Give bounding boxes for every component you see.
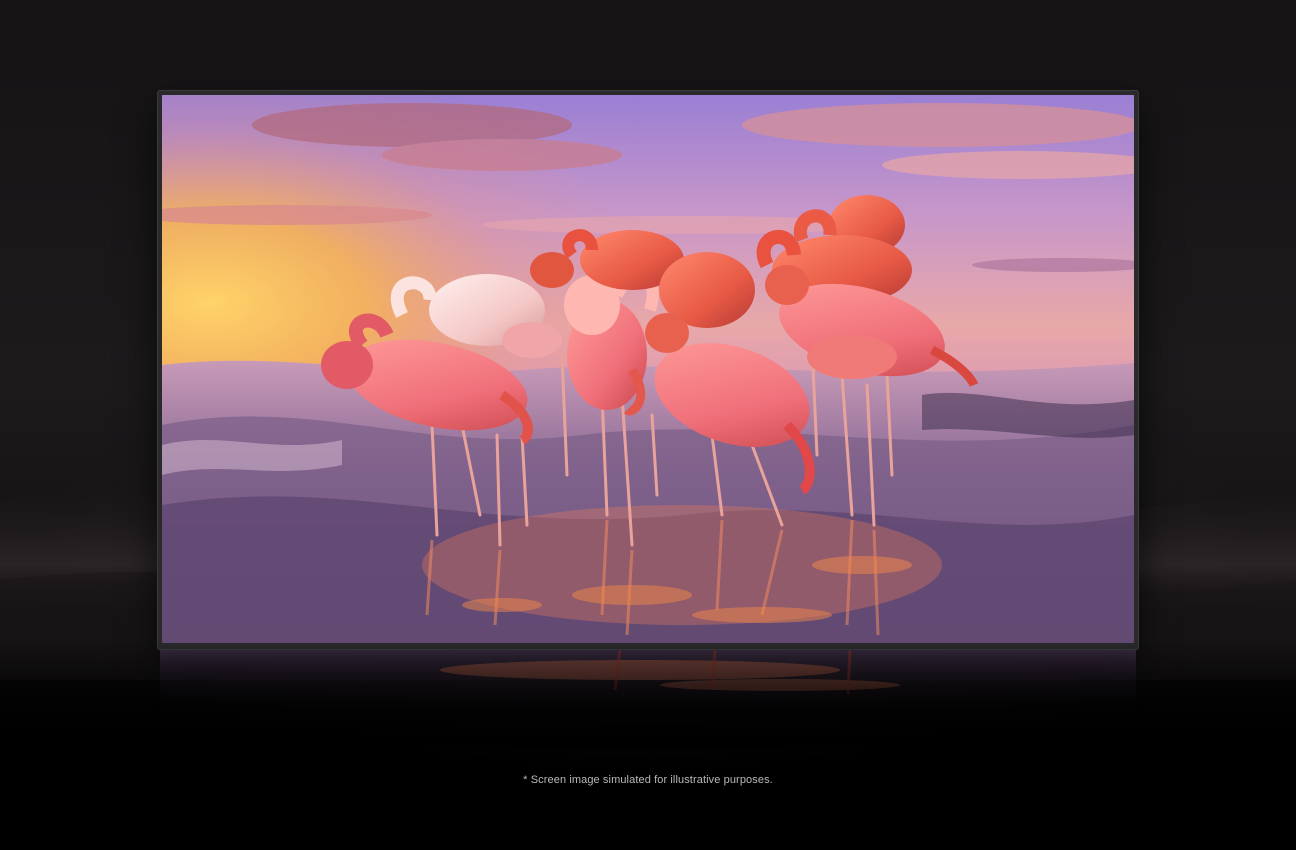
tv-frame [158,91,1138,649]
tv-screen [162,95,1134,643]
flamingo-scene-image [162,95,1134,643]
floor-fade [0,640,1296,750]
disclaimer-text: * Screen image simulated for illustrativ… [523,774,773,786]
page-background: * Screen image simulated for illustrativ… [0,0,1296,850]
